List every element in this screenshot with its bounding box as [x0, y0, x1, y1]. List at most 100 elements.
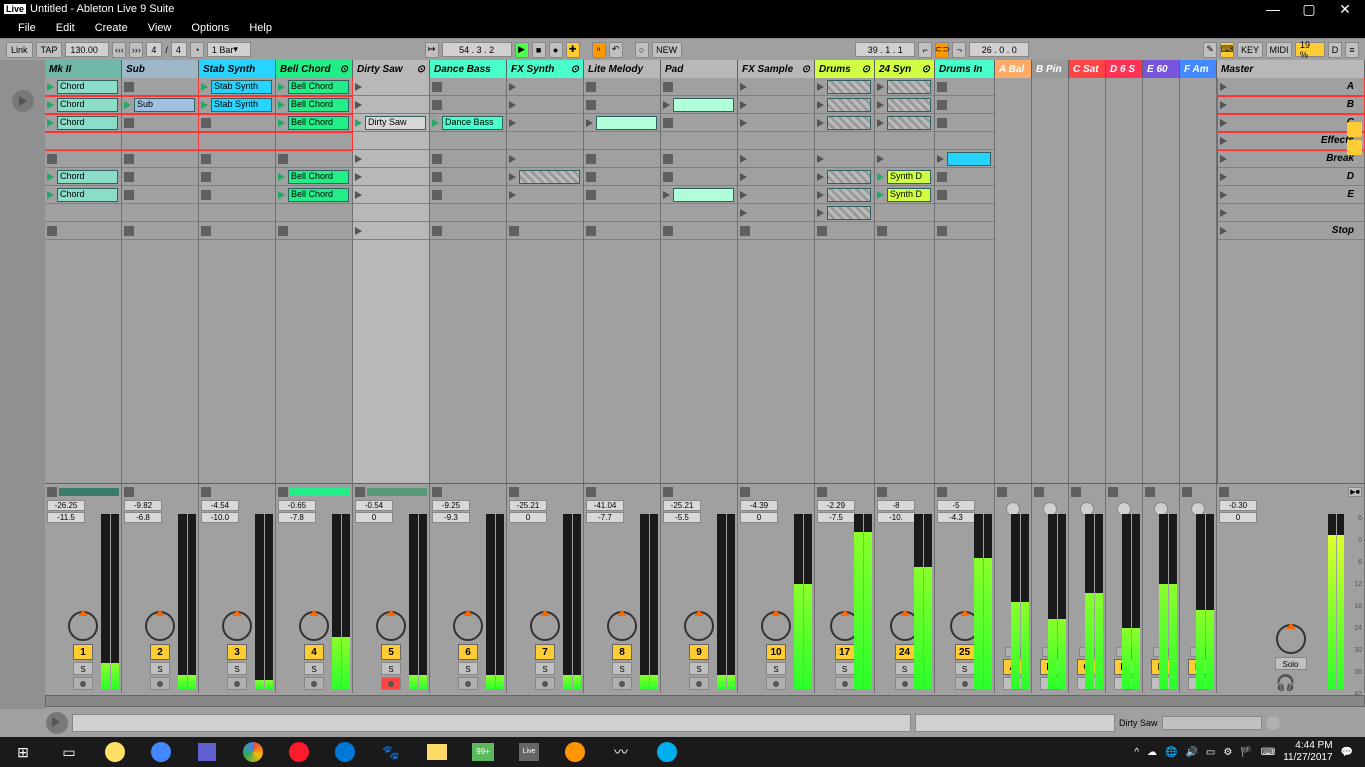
taskbar-app-5[interactable]: 99+: [460, 737, 506, 767]
clip[interactable]: Sub: [134, 98, 195, 112]
tray-keyboard-icon[interactable]: ⌨: [1261, 747, 1275, 758]
clip-slot[interactable]: [199, 204, 275, 222]
track-activator[interactable]: 2: [150, 644, 170, 660]
clip-slot[interactable]: [353, 150, 429, 168]
clip-slot[interactable]: Dance Bass: [430, 114, 506, 132]
clip[interactable]: Dirty Saw: [365, 116, 426, 130]
scene-launch-C[interactable]: C: [1218, 114, 1364, 132]
device-toggle-icon[interactable]: ⊙: [571, 64, 579, 75]
clip-slot[interactable]: [815, 204, 874, 222]
peak-display[interactable]: -4.3: [937, 512, 975, 523]
volume-display[interactable]: -0.54: [355, 500, 393, 511]
clip-slot[interactable]: [430, 204, 506, 222]
clip-slot[interactable]: [430, 222, 506, 240]
clip-slot[interactable]: [661, 78, 737, 96]
clip-slot[interactable]: [122, 78, 198, 96]
opera-icon[interactable]: [276, 737, 322, 767]
device-toggle-icon[interactable]: ⊙: [862, 64, 870, 75]
taskbar-app-2[interactable]: [138, 737, 184, 767]
clip[interactable]: Synth D: [887, 188, 931, 202]
track-activator[interactable]: 9: [689, 644, 709, 660]
arm-button[interactable]: [227, 677, 247, 690]
computer-midi[interactable]: ⌨: [1220, 42, 1234, 58]
clip-slot[interactable]: [45, 204, 121, 222]
clip-slot[interactable]: [584, 186, 660, 204]
scene-launch-7[interactable]: [1218, 204, 1364, 222]
return-header-A[interactable]: A Bal: [995, 60, 1032, 78]
peak-display[interactable]: -7.7: [586, 512, 624, 523]
menu-create[interactable]: Create: [85, 22, 138, 34]
clip[interactable]: Bell Chord: [288, 188, 349, 202]
stop-clip-button[interactable]: [124, 487, 134, 497]
arm-button[interactable]: [835, 677, 855, 690]
clip[interactable]: [596, 116, 657, 130]
clip-slot[interactable]: [507, 96, 583, 114]
record-button[interactable]: ●: [549, 42, 563, 58]
quantize-field[interactable]: 1 Bar ▾: [207, 42, 251, 57]
browser-collapsed[interactable]: [0, 60, 45, 709]
hot-swap-icon[interactable]: [1266, 716, 1280, 730]
audio-clip[interactable]: [827, 116, 871, 130]
disk-overload[interactable]: D: [1328, 42, 1342, 58]
clip-slot[interactable]: [875, 150, 934, 168]
volume-display[interactable]: -9.82: [124, 500, 162, 511]
solo-button[interactable]: S: [381, 662, 401, 675]
track-activator[interactable]: 6: [458, 644, 478, 660]
clip-slot[interactable]: [507, 168, 583, 186]
clip-slot[interactable]: [430, 132, 506, 150]
scene-launch-Effects[interactable]: Effects: [1218, 132, 1364, 150]
clip-slot[interactable]: [875, 96, 934, 114]
taskbar-app-1[interactable]: [92, 737, 138, 767]
stop-clip-button[interactable]: [740, 487, 750, 497]
clip-slot[interactable]: [661, 132, 737, 150]
arm-button[interactable]: [73, 677, 93, 690]
arm-button[interactable]: [766, 677, 786, 690]
clip[interactable]: Synth D: [887, 170, 931, 184]
punch-in[interactable]: ⌐: [918, 42, 932, 58]
arm-button[interactable]: [304, 677, 324, 690]
clip-slot[interactable]: [584, 150, 660, 168]
clip-slot[interactable]: [353, 132, 429, 150]
punch-out[interactable]: ¬: [952, 42, 966, 58]
audio-clip[interactable]: [827, 206, 871, 220]
automation-arm[interactable]: ⚬: [592, 42, 606, 58]
clip-slot[interactable]: [122, 222, 198, 240]
clip-slot[interactable]: [738, 186, 814, 204]
clip-slot[interactable]: [507, 78, 583, 96]
stop-all-button[interactable]: [1219, 487, 1229, 497]
stop-clip-button[interactable]: [877, 487, 887, 497]
menu-help[interactable]: Help: [239, 22, 282, 34]
clip-slot[interactable]: [199, 168, 275, 186]
clip-slot[interactable]: [738, 132, 814, 150]
skype-icon[interactable]: [644, 737, 690, 767]
clip[interactable]: [673, 188, 734, 202]
track-header-8[interactable]: Pad: [661, 60, 738, 78]
solo-button[interactable]: S: [835, 662, 855, 675]
tray-volume-icon[interactable]: 🔊: [1185, 747, 1197, 758]
return-header-F[interactable]: F Am: [1180, 60, 1217, 78]
solo-button[interactable]: S: [227, 662, 247, 675]
position-display[interactable]: 54 . 3 . 2: [442, 42, 512, 57]
solo-button[interactable]: S: [304, 662, 324, 675]
clip-slot[interactable]: [935, 78, 994, 96]
arm-button[interactable]: [955, 677, 975, 690]
clip-slot[interactable]: [353, 96, 429, 114]
clip-slot[interactable]: Bell Chord: [276, 114, 352, 132]
clip-slot[interactable]: Synth D: [875, 186, 934, 204]
clip-slot[interactable]: [122, 132, 198, 150]
clip-slot[interactable]: Synth D: [875, 168, 934, 186]
cue-volume[interactable]: [1276, 624, 1306, 654]
pan-knob[interactable]: [684, 611, 714, 641]
solo-button[interactable]: S: [955, 662, 975, 675]
clip-slot[interactable]: [430, 78, 506, 96]
stop-clip-button[interactable]: [586, 487, 596, 497]
peak-display[interactable]: -10.: [877, 512, 915, 523]
clip-slot[interactable]: [276, 204, 352, 222]
arm-button[interactable]: [381, 677, 401, 690]
clip-slot[interactable]: [935, 150, 994, 168]
scene-launch-Break[interactable]: Break: [1218, 150, 1364, 168]
overdub-button[interactable]: ✚: [566, 42, 580, 58]
close-button[interactable]: ✕: [1337, 1, 1353, 18]
track-activator[interactable]: 3: [227, 644, 247, 660]
tempo-field[interactable]: 130.00: [65, 42, 109, 57]
